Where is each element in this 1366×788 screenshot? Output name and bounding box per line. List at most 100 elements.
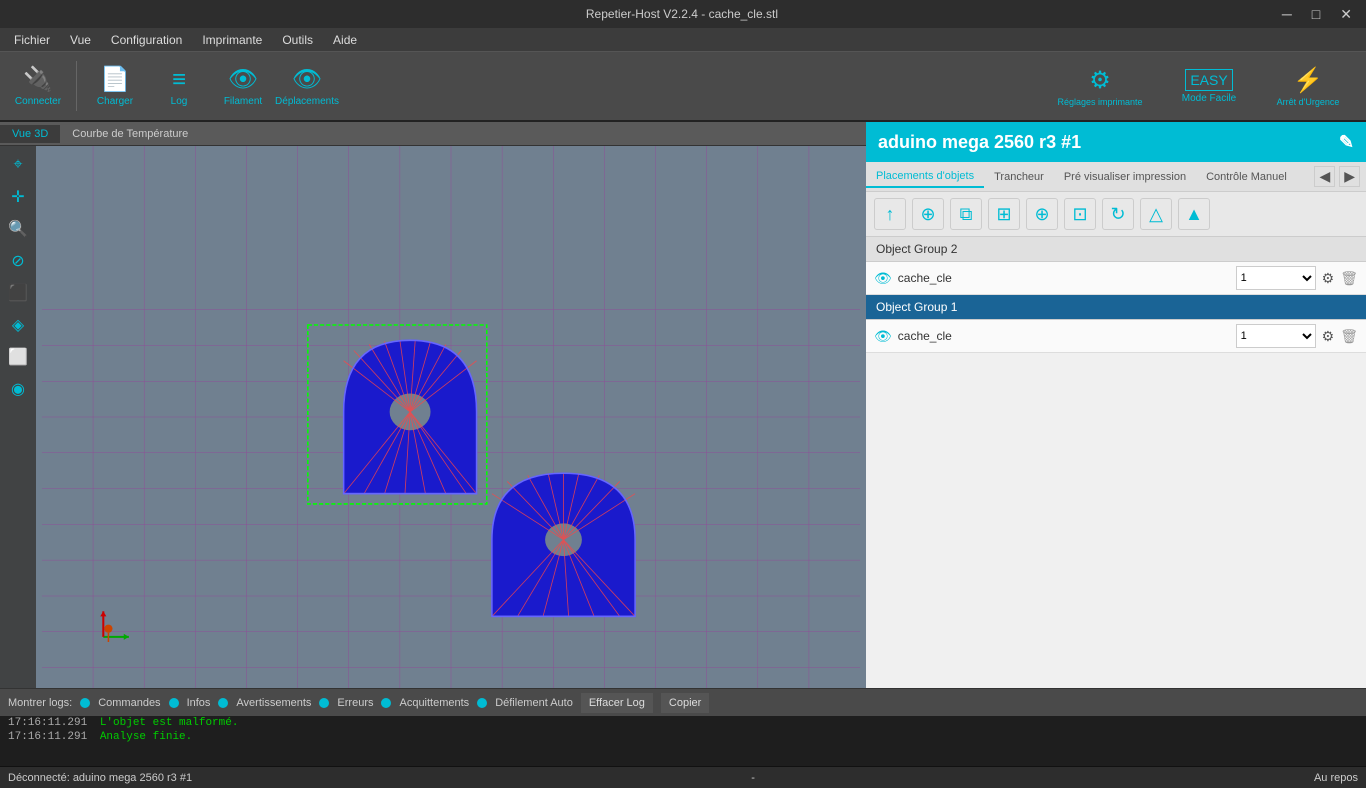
rotate-button[interactable]: ↻: [1102, 198, 1134, 230]
object-settings-g1[interactable]: ⚙: [1322, 328, 1335, 345]
viewport-area: Vue 3D Courbe de Température ⌖ ✛ 🔍 ⊘ ⬛ ◈…: [0, 122, 866, 688]
menu-vue[interactable]: Vue: [60, 31, 101, 49]
log-toolbar: Montrer logs: Commandes Infos Avertissem…: [0, 688, 1366, 716]
tab-nav-prev[interactable]: ◀: [1314, 166, 1335, 187]
log-dot-commandes: [80, 698, 90, 708]
iso-button[interactable]: ⬜: [3, 342, 33, 372]
charger-button[interactable]: 📄 Charger: [85, 56, 145, 116]
object-name-g2: cache_cle: [898, 271, 1230, 285]
montrer-logs-label: Montrer logs:: [8, 697, 72, 709]
mode-facile-button[interactable]: EASY Mode Facile: [1164, 56, 1254, 116]
deplacements-button[interactable]: 👁 Déplacements: [277, 56, 337, 116]
effacer-log-button[interactable]: Effacer Log: [581, 693, 653, 713]
log-dot-erreurs: [319, 698, 329, 708]
arret-urgence-button[interactable]: ⚡ Arrêt d'Urgence: [1258, 56, 1358, 116]
toolbar: 🔌 Connecter 📄 Charger ≡ Log 👁 Filament 👁…: [0, 52, 1366, 122]
add-object-button[interactable]: ⊕: [912, 198, 944, 230]
tab-trancheur[interactable]: Trancheur: [984, 167, 1054, 187]
main-area: Vue 3D Courbe de Température ⌖ ✛ 🔍 ⊘ ⬛ ◈…: [0, 122, 1366, 688]
charger-icon: 📄: [100, 65, 130, 94]
log-dot-acq: [381, 698, 391, 708]
log-dot-defilement: [477, 698, 487, 708]
log-line-2: 17:16:11.291 Analyse finie.: [0, 730, 1366, 744]
object-settings-g2[interactable]: ⚙: [1322, 270, 1335, 287]
menu-configuration[interactable]: Configuration: [101, 31, 192, 49]
filament-button[interactable]: 👁 Filament: [213, 56, 273, 116]
arret-urgence-label: Arrêt d'Urgence: [1277, 97, 1340, 107]
menu-outils[interactable]: Outils: [272, 31, 323, 49]
copy-button[interactable]: ⧉: [950, 198, 982, 230]
objects-list: Object Group 2 👁 cache_cle 1 2 3 ⚙ 🗑 Obj…: [866, 237, 1366, 688]
object-count-select-g2[interactable]: 1 2 3: [1236, 266, 1316, 290]
printer-edit-icon[interactable]: ✎: [1339, 132, 1354, 153]
move-button[interactable]: ✛: [3, 182, 33, 212]
cube-view-button[interactable]: ⬛: [3, 278, 33, 308]
printer-name: aduino mega 2560 r3 #1: [878, 132, 1081, 153]
log-dot-avert: [218, 698, 228, 708]
center-button[interactable]: ⊕: [1026, 198, 1058, 230]
parts-button[interactable]: ◉: [3, 374, 33, 404]
filament-icon: 👁: [228, 65, 258, 94]
fit-button[interactable]: ⊡: [1064, 198, 1096, 230]
titlebar: Repetier-Host V2.2.4 - cache_cle.stl ─ □…: [0, 0, 1366, 28]
charger-label: Charger: [97, 96, 133, 107]
app-title: Repetier-Host V2.2.4 - cache_cle.stl: [88, 7, 1276, 21]
menu-aide[interactable]: Aide: [323, 31, 367, 49]
tab-nav-next[interactable]: ▶: [1339, 166, 1360, 187]
tab-pre-visualiser[interactable]: Pré visualiser impression: [1054, 167, 1196, 187]
log-line-1: 17:16:11.291 L'objet est malformé.: [0, 716, 1366, 730]
log-button[interactable]: ≡ Log: [149, 56, 209, 116]
toolbar-right: ⚙ Réglages imprimante EASY Mode Facile ⚡…: [1040, 56, 1358, 116]
object-delete-g2[interactable]: 🗑: [1340, 270, 1358, 287]
object-delete-g1[interactable]: 🗑: [1340, 328, 1358, 345]
log-msg-2: Analyse finie.: [100, 731, 192, 743]
log-msg-1: L'objet est malformé.: [100, 717, 239, 729]
group-header-1: Object Group 1: [866, 295, 1366, 320]
export-button[interactable]: ↑: [874, 198, 906, 230]
object-row-group2-1: 👁 cache_cle 1 2 3 ⚙ 🗑: [866, 262, 1366, 295]
object-toolbar: ↑ ⊕ ⧉ ⊞ ⊕ ⊡ ↻ △ ▲: [866, 192, 1366, 237]
connecter-label: Connecter: [15, 96, 61, 107]
status-left: Déconnecté: aduino mega 2560 r3 #1: [8, 772, 192, 784]
scale-button[interactable]: ▲: [1178, 198, 1210, 230]
mode-facile-label: Mode Facile: [1182, 93, 1236, 104]
object-count-select-g1[interactable]: 1 2 3: [1236, 324, 1316, 348]
visibility-toggle-g2[interactable]: 👁: [874, 270, 892, 287]
reglages-button[interactable]: ⚙ Réglages imprimante: [1040, 56, 1160, 116]
menu-fichier[interactable]: Fichier: [4, 31, 60, 49]
home-view-button[interactable]: ⌖: [3, 150, 33, 180]
zoom-in-button[interactable]: 🔍: [3, 214, 33, 244]
grid-arrange-button[interactable]: ⊞: [988, 198, 1020, 230]
right-panel: aduino mega 2560 r3 #1 ✎ Placements d'ob…: [866, 122, 1366, 688]
printer-header: aduino mega 2560 r3 #1 ✎: [866, 122, 1366, 162]
menubar: Fichier Vue Configuration Imprimante Out…: [0, 28, 1366, 52]
avertissements-label: Avertissements: [236, 697, 311, 709]
shaded-button[interactable]: ◈: [3, 310, 33, 340]
copier-button[interactable]: Copier: [661, 693, 709, 713]
log-time-2: 17:16:11.291: [8, 731, 87, 743]
connecter-icon: 🔌: [23, 65, 53, 94]
close-button[interactable]: ✕: [1334, 4, 1358, 25]
view-tabs: Vue 3D Courbe de Température: [0, 122, 866, 146]
commandes-label: Commandes: [98, 697, 160, 709]
log-time-1: 17:16:11.291: [8, 717, 87, 729]
object-row-group1-1: 👁 cache_cle 1 2 3 ⚙ 🗑: [866, 320, 1366, 353]
tab-controle[interactable]: Contrôle Manuel: [1196, 167, 1297, 187]
defilement-label: Défilement Auto: [495, 697, 573, 709]
3d-viewport[interactable]: ⌖ ✛ 🔍 ⊘ ⬛ ◈ ⬜ ◉: [0, 146, 866, 688]
visibility-toggle-g1[interactable]: 👁: [874, 328, 892, 345]
log-dot-infos: [169, 698, 179, 708]
arret-urgence-icon: ⚡: [1293, 66, 1323, 95]
log-area: 17:16:11.291 L'objet est malformé. 17:16…: [0, 716, 1366, 766]
mirror-button[interactable]: △: [1140, 198, 1172, 230]
deplacements-label: Déplacements: [275, 96, 339, 107]
tab-placements[interactable]: Placements d'objets: [866, 166, 984, 188]
tab-vue3d[interactable]: Vue 3D: [0, 125, 60, 143]
tab-courbe-temp[interactable]: Courbe de Température: [60, 125, 200, 143]
status-right: Au repos: [1314, 772, 1358, 784]
maximize-button[interactable]: □: [1306, 4, 1326, 25]
minimize-button[interactable]: ─: [1276, 4, 1298, 25]
no-render-button[interactable]: ⊘: [3, 246, 33, 276]
menu-imprimante[interactable]: Imprimante: [192, 31, 272, 49]
connecter-button[interactable]: 🔌 Connecter: [8, 56, 68, 116]
